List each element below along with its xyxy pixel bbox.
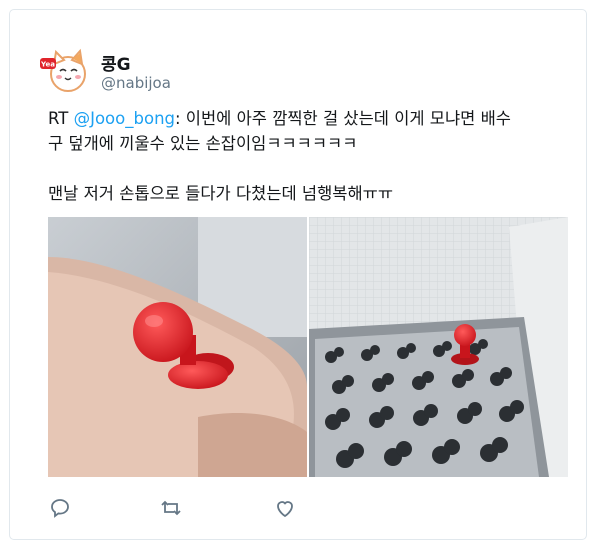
display-name[interactable]: 콩G (101, 50, 131, 75)
photo-drain-cover[interactable] (309, 217, 568, 477)
tweet-line-1-rest: : 이번에 아주 깜찍한 걸 샀는데 이게 모냐면 배수 (175, 109, 511, 128)
like-icon[interactable] (273, 496, 297, 520)
mention-link[interactable]: @Jooo_bong (74, 109, 175, 128)
tweet-actions (48, 496, 348, 520)
tweet-line-3: 맨날 저거 손톱으로 들다가 다쳤는데 넘행복해ㅠㅠ (48, 184, 394, 203)
reply-icon[interactable] (48, 496, 72, 520)
tweet-line-1: RT @Jooo_bong: 이번에 아주 깜찍한 걸 샀는데 이게 모냐면 배… (48, 106, 573, 131)
tweet-text: RT @Jooo_bong: 이번에 아주 깜찍한 걸 샀는데 이게 모냐면 배… (48, 106, 573, 206)
tweet-line-2: 구 덮개에 끼울수 있는 손잡이임ㅋㅋㅋㅋㅋㅋ (48, 134, 358, 153)
svg-text:Yea: Yea (40, 61, 55, 69)
tweet-card: Yea 콩G @nabijoa RT @Jooo_bong: 이번에 아주 깜찍… (9, 9, 587, 540)
retweet-prefix: RT (48, 109, 74, 128)
avatar[interactable]: Yea (40, 44, 92, 96)
photo-hand-knob[interactable] (48, 217, 307, 477)
user-handle[interactable]: @nabijoa (101, 74, 171, 92)
retweet-icon[interactable] (159, 496, 183, 520)
media-grid (48, 217, 568, 477)
